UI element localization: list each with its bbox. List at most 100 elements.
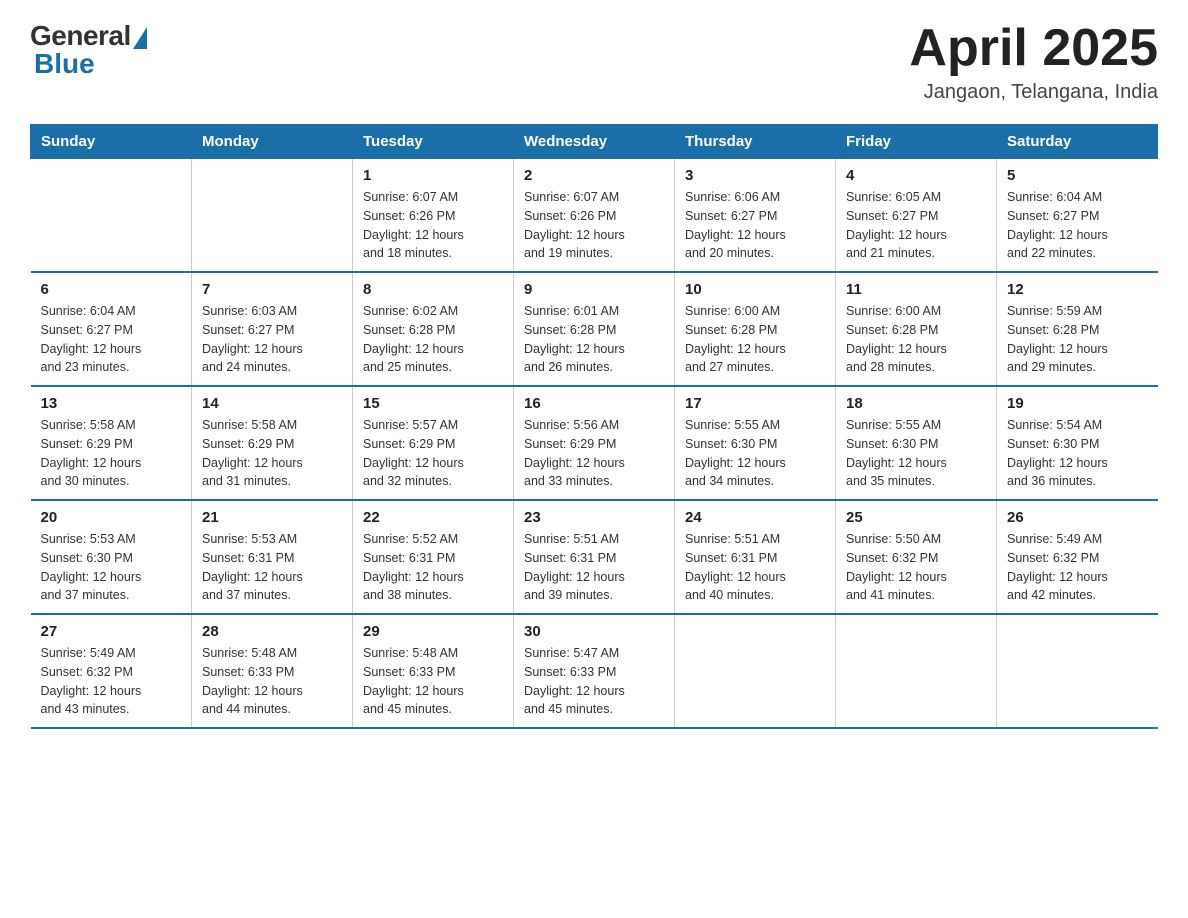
day-info: Sunrise: 6:00 AM Sunset: 6:28 PM Dayligh… <box>685 302 825 377</box>
day-info: Sunrise: 5:52 AM Sunset: 6:31 PM Dayligh… <box>363 530 503 605</box>
day-number: 23 <box>524 509 664 526</box>
day-info: Sunrise: 6:03 AM Sunset: 6:27 PM Dayligh… <box>202 302 342 377</box>
title-section: April 2025 Jangaon, Telangana, India <box>909 20 1158 104</box>
month-year-title: April 2025 <box>909 20 1158 77</box>
table-row: 25 Sunrise: 5:50 AM Sunset: 6:32 PM Dayli… <box>836 500 997 614</box>
table-row <box>836 614 997 728</box>
page-header: General Blue April 2025 Jangaon, Telanga… <box>30 20 1158 104</box>
calendar-week-row: 1 Sunrise: 6:07 AM Sunset: 6:26 PM Daylig… <box>31 159 1158 273</box>
day-info: Sunrise: 5:57 AM Sunset: 6:29 PM Dayligh… <box>363 416 503 491</box>
calendar-header-row: Sunday Monday Tuesday Wednesday Thursday… <box>31 125 1158 159</box>
calendar-week-row: 27 Sunrise: 5:49 AM Sunset: 6:32 PM Dayli… <box>31 614 1158 728</box>
day-number: 11 <box>846 281 986 298</box>
day-info: Sunrise: 5:47 AM Sunset: 6:33 PM Dayligh… <box>524 644 664 719</box>
table-row: 24Sunrise: 5:51 AM Sunset: 6:31 PM Dayli… <box>675 500 836 614</box>
day-number: 10 <box>685 281 825 298</box>
table-row: 11 Sunrise: 6:00 AM Sunset: 6:28 PM Dayli… <box>836 272 997 386</box>
day-number: 25 <box>846 509 986 526</box>
day-info: Sunrise: 5:53 AM Sunset: 6:31 PM Dayligh… <box>202 530 342 605</box>
table-row: 20 Sunrise: 5:53 AM Sunset: 6:30 PM Dayli… <box>31 500 192 614</box>
table-row: 8 Sunrise: 6:02 AM Sunset: 6:28 PM Daylig… <box>353 272 514 386</box>
table-row: 2Sunrise: 6:07 AM Sunset: 6:26 PM Daylig… <box>514 159 675 273</box>
day-number: 16 <box>524 395 664 412</box>
table-row: 15 Sunrise: 5:57 AM Sunset: 6:29 PM Dayli… <box>353 386 514 500</box>
table-row <box>675 614 836 728</box>
table-row: 23 Sunrise: 5:51 AM Sunset: 6:31 PM Dayli… <box>514 500 675 614</box>
day-info: Sunrise: 5:53 AM Sunset: 6:30 PM Dayligh… <box>41 530 182 605</box>
col-tuesday: Tuesday <box>353 125 514 159</box>
day-info: Sunrise: 5:54 AM Sunset: 6:30 PM Dayligh… <box>1007 416 1148 491</box>
day-info: Sunrise: 5:58 AM Sunset: 6:29 PM Dayligh… <box>202 416 342 491</box>
table-row: 1 Sunrise: 6:07 AM Sunset: 6:26 PM Daylig… <box>353 159 514 273</box>
day-number: 6 <box>41 281 182 298</box>
table-row: 22Sunrise: 5:52 AM Sunset: 6:31 PM Dayli… <box>353 500 514 614</box>
day-number: 8 <box>363 281 503 298</box>
table-row: 13 Sunrise: 5:58 AM Sunset: 6:29 PM Dayli… <box>31 386 192 500</box>
col-thursday: Thursday <box>675 125 836 159</box>
day-info: Sunrise: 6:02 AM Sunset: 6:28 PM Dayligh… <box>363 302 503 377</box>
day-info: Sunrise: 5:49 AM Sunset: 6:32 PM Dayligh… <box>1007 530 1148 605</box>
table-row: 5 Sunrise: 6:04 AM Sunset: 6:27 PM Daylig… <box>997 159 1158 273</box>
day-info: Sunrise: 6:06 AM Sunset: 6:27 PM Dayligh… <box>685 188 825 263</box>
day-number: 4 <box>846 167 986 184</box>
table-row: 3 Sunrise: 6:06 AM Sunset: 6:27 PM Daylig… <box>675 159 836 273</box>
day-number: 3 <box>685 167 825 184</box>
col-monday: Monday <box>192 125 353 159</box>
day-number: 12 <box>1007 281 1148 298</box>
table-row <box>192 159 353 273</box>
table-row: 7 Sunrise: 6:03 AM Sunset: 6:27 PM Daylig… <box>192 272 353 386</box>
logo-blue-text: Blue <box>30 48 95 80</box>
day-number: 1 <box>363 167 503 184</box>
day-number: 28 <box>202 623 342 640</box>
day-number: 17 <box>685 395 825 412</box>
day-info: Sunrise: 6:04 AM Sunset: 6:27 PM Dayligh… <box>1007 188 1148 263</box>
table-row: 10 Sunrise: 6:00 AM Sunset: 6:28 PM Dayli… <box>675 272 836 386</box>
day-number: 21 <box>202 509 342 526</box>
day-info: Sunrise: 6:00 AM Sunset: 6:28 PM Dayligh… <box>846 302 986 377</box>
day-info: Sunrise: 5:50 AM Sunset: 6:32 PM Dayligh… <box>846 530 986 605</box>
col-wednesday: Wednesday <box>514 125 675 159</box>
table-row: 16Sunrise: 5:56 AM Sunset: 6:29 PM Dayli… <box>514 386 675 500</box>
table-row: 29Sunrise: 5:48 AM Sunset: 6:33 PM Dayli… <box>353 614 514 728</box>
day-info: Sunrise: 5:58 AM Sunset: 6:29 PM Dayligh… <box>41 416 182 491</box>
calendar-week-row: 6 Sunrise: 6:04 AM Sunset: 6:27 PM Daylig… <box>31 272 1158 386</box>
day-number: 9 <box>524 281 664 298</box>
table-row: 30 Sunrise: 5:47 AM Sunset: 6:33 PM Dayli… <box>514 614 675 728</box>
col-friday: Friday <box>836 125 997 159</box>
table-row: 19Sunrise: 5:54 AM Sunset: 6:30 PM Dayli… <box>997 386 1158 500</box>
day-number: 27 <box>41 623 182 640</box>
calendar-week-row: 13 Sunrise: 5:58 AM Sunset: 6:29 PM Dayli… <box>31 386 1158 500</box>
table-row: 6 Sunrise: 6:04 AM Sunset: 6:27 PM Daylig… <box>31 272 192 386</box>
table-row: 9 Sunrise: 6:01 AM Sunset: 6:28 PM Daylig… <box>514 272 675 386</box>
day-number: 7 <box>202 281 342 298</box>
calendar-table: Sunday Monday Tuesday Wednesday Thursday… <box>30 124 1158 729</box>
table-row: 14 Sunrise: 5:58 AM Sunset: 6:29 PM Dayli… <box>192 386 353 500</box>
day-info: Sunrise: 6:04 AM Sunset: 6:27 PM Dayligh… <box>41 302 182 377</box>
day-number: 5 <box>1007 167 1148 184</box>
table-row: 12Sunrise: 5:59 AM Sunset: 6:28 PM Dayli… <box>997 272 1158 386</box>
table-row <box>997 614 1158 728</box>
day-number: 20 <box>41 509 182 526</box>
day-info: Sunrise: 5:55 AM Sunset: 6:30 PM Dayligh… <box>685 416 825 491</box>
day-number: 13 <box>41 395 182 412</box>
col-sunday: Sunday <box>31 125 192 159</box>
day-info: Sunrise: 5:49 AM Sunset: 6:32 PM Dayligh… <box>41 644 182 719</box>
day-number: 15 <box>363 395 503 412</box>
day-number: 18 <box>846 395 986 412</box>
day-info: Sunrise: 5:55 AM Sunset: 6:30 PM Dayligh… <box>846 416 986 491</box>
col-saturday: Saturday <box>997 125 1158 159</box>
day-info: Sunrise: 6:05 AM Sunset: 6:27 PM Dayligh… <box>846 188 986 263</box>
day-info: Sunrise: 6:07 AM Sunset: 6:26 PM Dayligh… <box>363 188 503 263</box>
table-row: 21 Sunrise: 5:53 AM Sunset: 6:31 PM Dayli… <box>192 500 353 614</box>
location-text: Jangaon, Telangana, India <box>909 81 1158 104</box>
day-number: 30 <box>524 623 664 640</box>
table-row: 4 Sunrise: 6:05 AM Sunset: 6:27 PM Daylig… <box>836 159 997 273</box>
day-number: 14 <box>202 395 342 412</box>
day-info: Sunrise: 5:48 AM Sunset: 6:33 PM Dayligh… <box>363 644 503 719</box>
table-row: 27 Sunrise: 5:49 AM Sunset: 6:32 PM Dayli… <box>31 614 192 728</box>
day-info: Sunrise: 5:51 AM Sunset: 6:31 PM Dayligh… <box>524 530 664 605</box>
logo-triangle-icon <box>133 27 147 49</box>
day-info: Sunrise: 6:01 AM Sunset: 6:28 PM Dayligh… <box>524 302 664 377</box>
day-info: Sunrise: 6:07 AM Sunset: 6:26 PM Dayligh… <box>524 188 664 263</box>
day-number: 26 <box>1007 509 1148 526</box>
